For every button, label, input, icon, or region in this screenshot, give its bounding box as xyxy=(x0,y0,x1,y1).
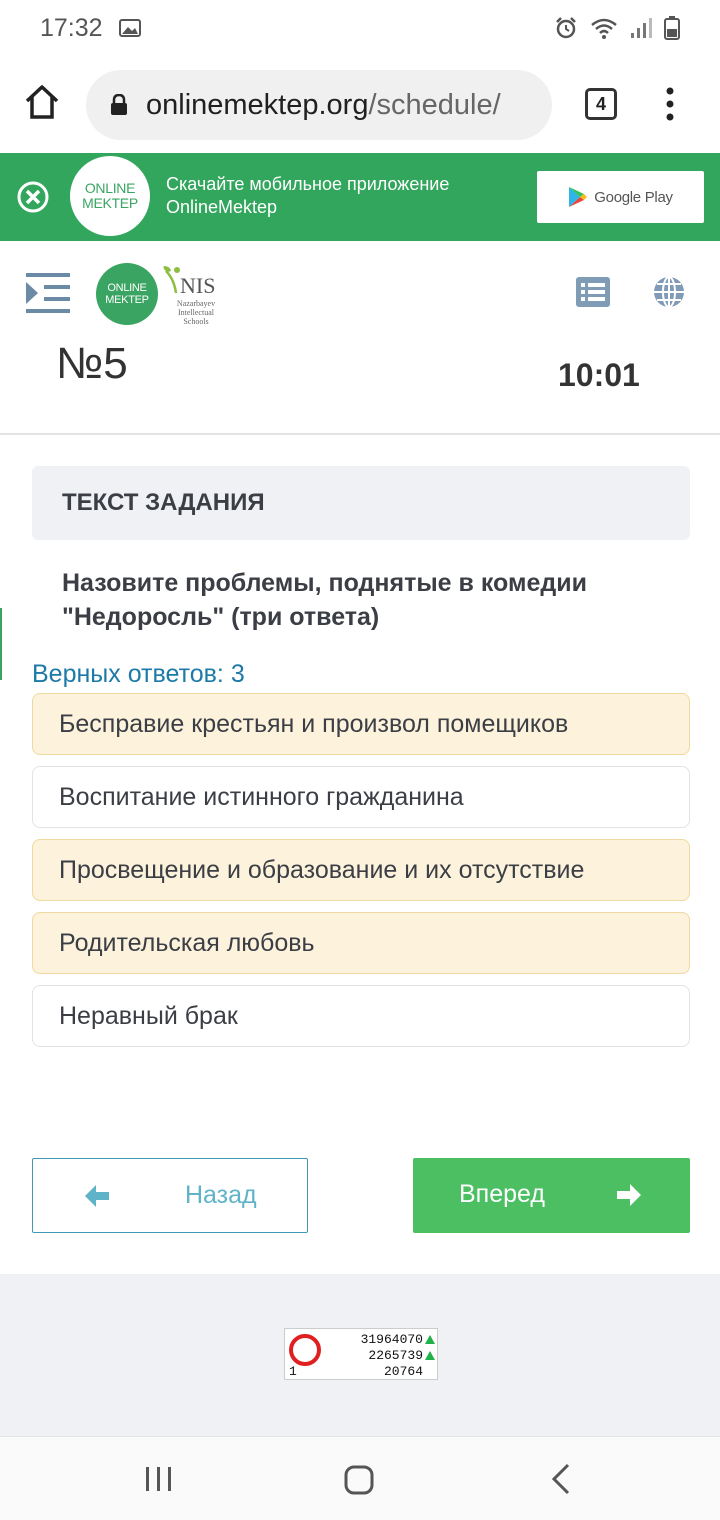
answer-option[interactable]: Воспитание истинного гражданина xyxy=(32,766,690,828)
google-play-button[interactable]: Google Play xyxy=(537,171,704,223)
answer-option[interactable]: Бесправие крестьян и произвол помещиков xyxy=(32,693,690,755)
banner-message: Скачайте мобильное приложение OnlineMekt… xyxy=(166,173,449,219)
task-number: №5 xyxy=(56,339,128,388)
answer-option[interactable]: Неравный брак xyxy=(32,985,690,1047)
counter-value-2: 2265739 xyxy=(368,1348,423,1363)
android-navigation-bar xyxy=(0,1436,720,1520)
answer-option[interactable]: Просвещение и образование и их отсутстви… xyxy=(32,839,690,901)
status-bar: 17:32 xyxy=(0,0,720,56)
task-text-header: ТЕКСТ ЗАДАНИЯ xyxy=(32,466,690,540)
counter-value-1: 31964070 xyxy=(360,1332,423,1347)
counter-value-3: 20764 xyxy=(383,1364,423,1379)
url-host: onlinemektep.org xyxy=(146,88,369,121)
url-path: /schedule/ xyxy=(368,88,501,121)
task-list-icon[interactable] xyxy=(576,277,610,307)
status-icons xyxy=(554,16,680,40)
arrow-left-icon xyxy=(85,1185,109,1207)
banner-text-line2: OnlineMektep xyxy=(166,197,278,217)
correct-answers-count: Верных ответов: 3 xyxy=(32,660,245,688)
language-globe-icon[interactable] xyxy=(652,275,686,309)
answer-options: Бесправие крестьян и произвол помещиков … xyxy=(32,693,690,1058)
page-footer: 31964070 2265739 1 20764 xyxy=(0,1274,720,1436)
address-bar[interactable]: onlinemektep.org/schedule/ xyxy=(86,70,552,140)
up-triangle-icon xyxy=(425,1351,435,1360)
banner-text-line1: Скачайте мобильное приложение xyxy=(166,174,450,194)
header-logo-line1: ONLINE xyxy=(107,282,147,294)
countdown-timer: 10:01 xyxy=(558,357,640,393)
answer-option[interactable]: Родительская любовь xyxy=(32,912,690,974)
task-text-label: ТЕКСТ ЗАДАНИЯ xyxy=(62,489,265,516)
back-label: Назад xyxy=(185,1181,257,1209)
onlinemektep-header-logo[interactable]: ONLINE MEKTEP xyxy=(96,263,158,325)
header-logo-line2: MEKTEP xyxy=(105,294,149,306)
close-banner-icon[interactable] xyxy=(16,180,50,214)
site-header: ONLINE MEKTEP NIS Nazarbayev Intellectua… xyxy=(0,241,720,435)
arrow-right-icon xyxy=(617,1184,641,1206)
visit-counter-widget[interactable]: 31964070 2265739 1 20764 xyxy=(284,1328,438,1380)
nis-logo: NIS Nazarbayev Intellectual Schools xyxy=(162,263,222,326)
question-text: Назовите проблемы, поднятые в комедии "Н… xyxy=(62,569,587,631)
alarm-icon xyxy=(556,17,576,39)
counter-logo-icon xyxy=(289,1334,321,1366)
google-play-label: Google Play xyxy=(594,188,673,206)
nis-name: NIS xyxy=(180,273,216,298)
next-label: Вперед xyxy=(459,1180,545,1208)
recent-apps-icon[interactable] xyxy=(144,1465,174,1493)
overflow-menu-icon[interactable] xyxy=(660,86,680,122)
nis-sub-line3: Schools xyxy=(183,317,209,326)
nis-subtitle: Nazarbayev Intellectual Schools xyxy=(172,299,220,326)
browser-toolbar: onlinemektep.org/schedule/ 4 xyxy=(0,60,720,150)
onlinemektep-logo: ONLINE MEKTEP xyxy=(70,156,150,236)
logo-text-line2: MEKTEP xyxy=(82,195,138,211)
back-button[interactable]: Назад xyxy=(32,1158,308,1233)
signal-icon xyxy=(631,18,652,38)
side-marker xyxy=(0,608,2,680)
google-play-icon xyxy=(569,187,588,207)
home-icon[interactable] xyxy=(22,82,62,122)
status-time: 17:32 xyxy=(40,13,103,42)
next-button[interactable]: Вперед xyxy=(413,1158,690,1233)
nis-sub-line1: Nazarbayev xyxy=(176,299,216,308)
back-nav-icon[interactable] xyxy=(550,1463,572,1495)
home-nav-icon[interactable] xyxy=(344,1465,374,1495)
battery-icon xyxy=(664,16,680,40)
tabs-button[interactable]: 4 xyxy=(585,88,617,120)
image-notification-icon xyxy=(118,19,141,37)
menu-toggle-icon[interactable] xyxy=(26,271,72,315)
logo-text-line1: ONLINE xyxy=(84,180,136,196)
counter-left-value: 1 xyxy=(289,1364,297,1379)
nis-sub-line2: Intellectual xyxy=(178,308,214,317)
wifi-icon xyxy=(591,18,617,39)
up-triangle-icon xyxy=(425,1335,435,1344)
lock-icon xyxy=(111,94,127,115)
app-download-banner: ONLINE MEKTEP Скачайте мобильное приложе… xyxy=(0,153,720,241)
